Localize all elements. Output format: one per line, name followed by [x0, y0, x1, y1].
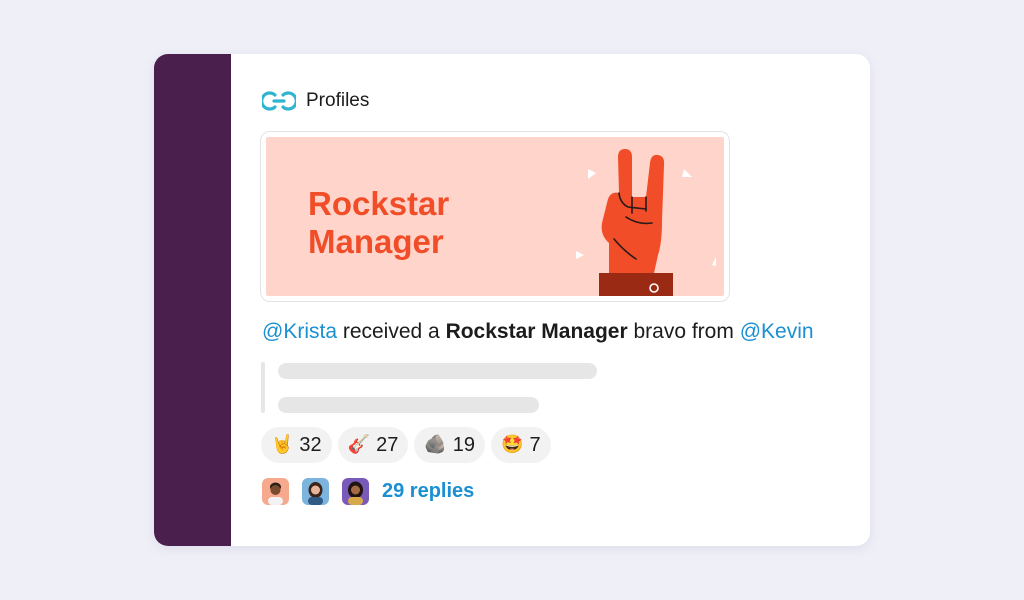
reaction-count: 32 [299, 433, 322, 456]
award-title-line-2: Manager [308, 223, 444, 260]
placeholder-line [278, 363, 597, 379]
reaction-count: 27 [376, 433, 399, 456]
replies-link[interactable]: 29 replies [382, 480, 474, 503]
recipient-mention[interactable]: @Krista [262, 320, 337, 343]
placeholder-line [278, 397, 539, 413]
avatar[interactable] [302, 478, 329, 505]
profiles-link-logo-icon [262, 90, 296, 112]
thread-replies: 29 replies [262, 478, 474, 505]
reaction-count: 7 [529, 433, 541, 456]
reactions-bar: 🤘 32 🎸 27 🪨 19 🤩 7 [261, 427, 551, 463]
rock-hand-icon: 🤘 [271, 434, 294, 455]
message-text-2: bravo from [627, 320, 740, 343]
reaction-guitar[interactable]: 🎸 27 [337, 427, 409, 463]
award-title: Rockstar Manager [308, 185, 449, 261]
rock-hand-icon [576, 149, 716, 296]
workspace-sidebar [154, 54, 231, 546]
award-banner: Rockstar Manager [266, 137, 724, 296]
app-header: Profiles [262, 90, 369, 112]
award-title-line-1: Rockstar [308, 185, 450, 222]
reaction-count: 19 [452, 433, 476, 456]
app-name[interactable]: Profiles [306, 90, 369, 112]
rock-icon: 🪨 [424, 434, 447, 455]
reaction-rock-hand[interactable]: 🤘 32 [261, 427, 332, 463]
avatar[interactable] [262, 478, 289, 505]
bravo-message: @Krista received a Rockstar Manager brav… [262, 320, 814, 344]
reaction-rock[interactable]: 🪨 19 [414, 427, 486, 463]
message-card: Profiles Rockstar Manager @Krista receiv… [154, 54, 870, 546]
guitar-icon: 🎸 [347, 434, 371, 455]
avatar[interactable] [342, 478, 369, 505]
star-struck-icon: 🤩 [501, 434, 524, 455]
award-name: Rockstar Manager [445, 320, 628, 343]
quote-bar [261, 362, 265, 413]
sender-mention[interactable]: @Kevin [740, 320, 814, 343]
message-text-1: received a [337, 320, 446, 343]
reaction-star-struck[interactable]: 🤩 7 [491, 427, 551, 463]
award-banner-frame: Rockstar Manager [260, 131, 730, 302]
